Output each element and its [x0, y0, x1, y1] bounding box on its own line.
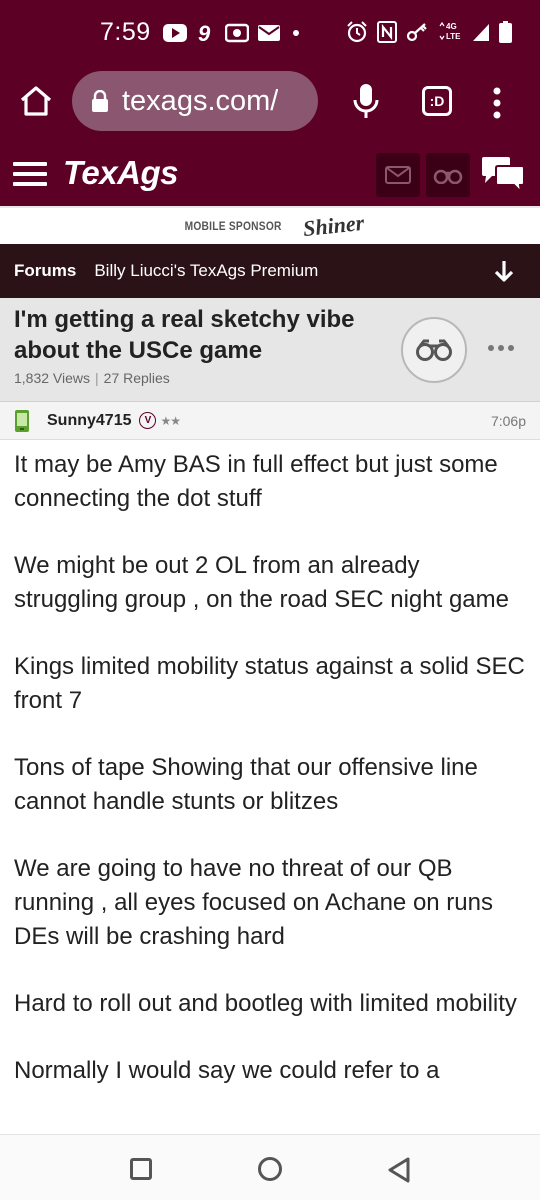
more-vertical-icon — [493, 87, 501, 119]
notification-9-icon: 9 — [196, 22, 216, 44]
watched-threads-button[interactable] — [426, 153, 470, 197]
tab-switcher-button[interactable]: :D — [422, 86, 452, 116]
post-paragraph: Normally I would say we could refer to a — [14, 1057, 440, 1084]
post-author[interactable]: Sunny4715 — [47, 412, 131, 430]
post-paragraph: Hard to roll out and bootleg with limite… — [14, 990, 517, 1017]
more-dot-icon — [508, 345, 514, 351]
youtube-icon — [163, 24, 187, 42]
thread-stats: 1,832 Views | 27 Replies — [14, 370, 170, 386]
breadcrumb-forums-link[interactable]: Forums — [14, 261, 76, 281]
post-body: It may be Amy BAS in full effect but jus… — [14, 448, 526, 1134]
envelope-icon — [385, 166, 411, 184]
battery-icon — [499, 21, 512, 43]
user-rank-stars: ★★ — [160, 413, 180, 428]
dot-icon — [293, 30, 299, 36]
chat-bubbles-icon — [482, 157, 525, 195]
key-icon — [406, 21, 428, 43]
post-paragraph: Kings limited mobility status against a … — [14, 653, 525, 714]
breadcrumb: Forums Billy Liucci's TexAgs Premium — [0, 244, 540, 298]
mobile-sponsor-banner[interactable]: MOBILE SPONSOR Shiner — [0, 206, 540, 244]
browser-toolbar: texags.com/ :D — [0, 64, 540, 140]
status-bar: 7:59 9 4G LTE — [0, 0, 540, 64]
messages-button[interactable] — [376, 153, 420, 197]
back-triangle-icon — [388, 1157, 410, 1183]
signal-icon — [472, 22, 490, 42]
nfc-icon — [377, 21, 397, 43]
recent-apps-button[interactable] — [130, 1158, 152, 1180]
android-navigation-bar — [0, 1134, 540, 1200]
home-icon — [20, 86, 52, 116]
post-paragraph: Tons of tape Showing that our offensive … — [14, 754, 478, 815]
microphone-icon — [353, 84, 379, 118]
post-paragraph: We are going to have no threat of our QB… — [14, 855, 493, 950]
thread-options-button[interactable] — [488, 345, 514, 351]
more-dot-icon — [488, 345, 494, 351]
home-button[interactable] — [18, 83, 54, 119]
post-paragraph: It may be Amy BAS in full effect but jus… — [14, 451, 498, 512]
binoculars-icon — [433, 169, 463, 184]
thread-title: I'm getting a real sketchy vibe about th… — [14, 306, 355, 364]
thread-header: I'm getting a real sketchy vibe about th… — [0, 298, 540, 402]
more-dot-icon — [498, 345, 504, 351]
scroll-to-bottom-button[interactable] — [494, 259, 514, 283]
alarm-icon — [346, 21, 368, 43]
reply-count: 27 Replies — [103, 370, 170, 386]
post-paragraph: We might be out 2 OL from an already str… — [14, 552, 509, 613]
post-timestamp: 7:06p — [490, 413, 526, 429]
chat-button[interactable] — [480, 156, 526, 195]
post-header: Sunny4715 V ★★ 7:06p — [0, 402, 540, 440]
status-time: 7:59 — [100, 18, 151, 46]
lte-icon: 4G LTE — [437, 20, 463, 44]
browser-menu-button[interactable] — [492, 86, 502, 120]
lock-icon — [92, 90, 108, 112]
mobile-phone-icon — [15, 409, 29, 432]
sponsor-label: MOBILE SPONSOR — [184, 219, 282, 233]
verified-badge: V — [139, 412, 157, 429]
hamburger-menu-button[interactable] — [13, 162, 47, 186]
site-header: TexAgs — [0, 140, 540, 206]
mail-icon — [258, 24, 280, 42]
watch-thread-button[interactable] — [401, 317, 467, 383]
radio-icon — [225, 23, 249, 43]
address-bar[interactable]: texags.com/ — [72, 71, 318, 131]
stats-separator: | — [95, 370, 99, 386]
breadcrumb-board-link[interactable]: Billy Liucci's TexAgs Premium — [94, 261, 318, 281]
sponsor-logo: Shiner — [301, 209, 365, 242]
home-nav-button[interactable] — [258, 1157, 282, 1181]
binoculars-icon — [416, 339, 452, 361]
network-label-top: 4G — [446, 22, 457, 31]
back-button[interactable] — [386, 1156, 412, 1184]
url-text: texags.com/ — [122, 84, 279, 117]
network-label-bottom: LTE — [446, 32, 461, 41]
arrow-down-icon — [494, 261, 514, 282]
voice-search-button[interactable] — [352, 82, 380, 122]
view-count: 1,832 Views — [14, 370, 91, 386]
svg-text:9: 9 — [198, 22, 211, 44]
site-logo[interactable]: TexAgs — [63, 154, 178, 192]
